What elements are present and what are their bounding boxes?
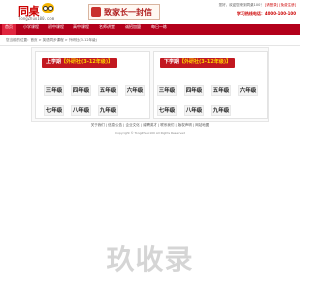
grade-link[interactable]: 九年级 bbox=[98, 105, 118, 116]
nav-item-franchise[interactable]: 诚招加盟 bbox=[122, 24, 144, 35]
site-logo[interactable]: 同桌 TongZhuo100.com bbox=[18, 3, 70, 23]
nav-item-daily-practice[interactable]: 每日一练 bbox=[148, 24, 170, 35]
site-header: 同桌 TongZhuo100.com 致家长一封信 您好，欢迎您来到同桌100！… bbox=[0, 0, 300, 24]
term-label: 下学期 bbox=[164, 59, 180, 65]
watermark-logo: 玖收录 bbox=[106, 243, 194, 276]
term-label: 上学期 bbox=[46, 59, 62, 65]
footer-links[interactable]: 关于我们 | 信息公告 | 企业文化 | 诚聘英才 | 联系我们 | 版权声明 … bbox=[0, 123, 300, 128]
panel-title: 下学期【外研社(3-12年级)】 bbox=[160, 58, 236, 68]
envelope-stamp-icon bbox=[91, 7, 101, 17]
grade-link[interactable]: 九年级 bbox=[211, 105, 231, 116]
term-panel-second: 下学期【外研社(3-12年级)】 三年级 四年级 五年级 六年级 七年级 八年级… bbox=[153, 51, 268, 119]
term-panel-first: 上学期【外研社(3-12年级)】 三年级 四年级 五年级 六年级 七年级 八年级… bbox=[35, 51, 150, 119]
letter-to-parents-banner[interactable]: 致家长一封信 bbox=[88, 4, 160, 20]
grade-link[interactable]: 八年级 bbox=[184, 105, 204, 116]
grade-link[interactable]: 六年级 bbox=[125, 85, 145, 96]
top-links: 您好，欢迎您来到同桌100！ [请登录] [免费注册] bbox=[192, 3, 296, 8]
owl-mascot-icon bbox=[42, 3, 54, 13]
grade-link[interactable]: 八年级 bbox=[71, 105, 91, 116]
logo-domain: TongZhuo100.com bbox=[18, 16, 55, 21]
grade-link[interactable]: 七年级 bbox=[44, 105, 64, 116]
breadcrumb: 您当前的位置：首页 > 英语同步课程 > 外研社(3-12年级) bbox=[6, 38, 97, 42]
hotline-text: 学习热线电话：4000-100-100 bbox=[236, 11, 296, 16]
edition-label: 【外研社(3-12年级)】 bbox=[61, 59, 114, 65]
nav-item-junior[interactable]: 初中课程 bbox=[45, 24, 67, 35]
nav-item-teachers[interactable]: 名师讲堂 bbox=[96, 24, 118, 35]
login-register-link[interactable]: [请登录] [免费注册] bbox=[265, 3, 296, 7]
grade-link[interactable]: 七年级 bbox=[157, 105, 177, 116]
grade-link[interactable]: 六年级 bbox=[238, 85, 258, 96]
banner-text: 致家长一封信 bbox=[104, 7, 152, 17]
welcome-text: 您好，欢迎您来到同桌100！ bbox=[218, 3, 264, 7]
grade-link[interactable]: 五年级 bbox=[98, 85, 118, 96]
divider bbox=[0, 45, 300, 46]
nav-item-senior[interactable]: 高中课程 bbox=[70, 24, 92, 35]
grade-link[interactable]: 五年级 bbox=[211, 85, 231, 96]
grade-link[interactable]: 四年级 bbox=[71, 85, 91, 96]
nav-item-primary[interactable]: 小学课程 bbox=[20, 24, 42, 35]
course-content: 上学期【外研社(3-12年级)】 三年级 四年级 五年级 六年级 七年级 八年级… bbox=[31, 47, 269, 122]
panel-title: 上学期【外研社(3-12年级)】 bbox=[42, 58, 118, 68]
grade-link[interactable]: 三年级 bbox=[157, 85, 177, 96]
main-nav: 首页 小学课程 初中课程 高中课程 名师讲堂 诚招加盟 每日一练 bbox=[0, 24, 300, 35]
grade-link[interactable]: 三年级 bbox=[44, 85, 64, 96]
edition-label: 【外研社(3-12年级)】 bbox=[179, 59, 232, 65]
grade-link[interactable]: 四年级 bbox=[184, 85, 204, 96]
nav-item-home[interactable]: 首页 bbox=[2, 24, 16, 35]
copyright-text: Copyright © TongZhuo100 All Rights Reser… bbox=[115, 131, 185, 135]
